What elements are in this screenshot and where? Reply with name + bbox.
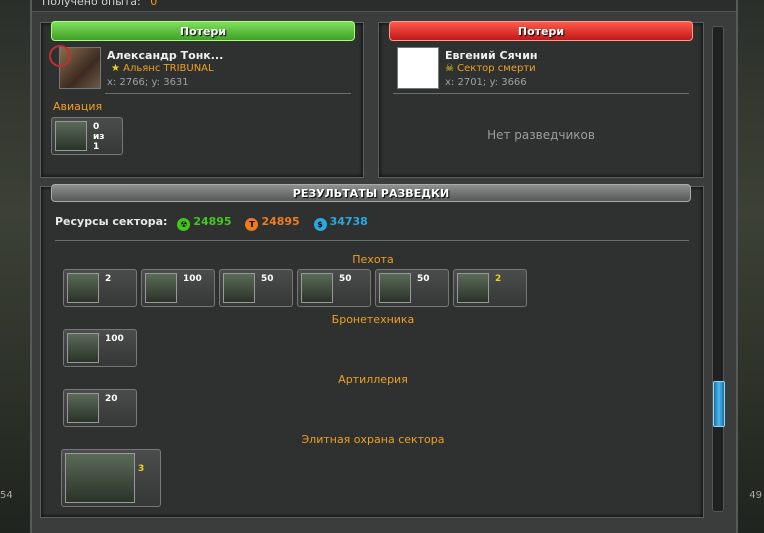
side-number-left: 54: [0, 490, 13, 501]
artillery-icon: [67, 393, 99, 423]
mech-icon: [65, 453, 135, 503]
recon-results-panel: РЕЗУЛЬТАТЫ РАЗВЕДКИ Ресурсы сектора: ☢ 24…: [40, 184, 704, 518]
defender-coords[interactable]: x: 2701; y: 3666: [445, 77, 527, 88]
armor-label: Бронетехника: [331, 313, 415, 326]
unit-count: 50: [339, 274, 352, 284]
soldier-icon: [67, 273, 99, 303]
unit-card[interactable]: 100: [63, 329, 137, 367]
unit-count: 3: [138, 464, 145, 474]
attacker-alliance-label: Альянс TRIBUNAL: [123, 63, 214, 74]
defender-losses-header: Потери: [389, 21, 693, 41]
attacker-alliance[interactable]: ★ Альянс TRIBUNAL: [111, 63, 214, 74]
unit-card[interactable]: 50: [297, 269, 371, 307]
alliance-emblem-icon: [49, 45, 71, 67]
attacker-losses-header: Потери: [51, 21, 355, 41]
attacker-panel: Потери Александр Тонк... ★ Альянс TRIBUN…: [40, 21, 364, 178]
resource-titanium: T 24895: [245, 215, 300, 231]
divider: [393, 93, 689, 94]
tank-icon: [67, 333, 99, 363]
unit-count: 2: [105, 274, 112, 284]
resource-radiation: ☢ 24895: [177, 215, 232, 231]
drone-icon: [145, 273, 177, 303]
titanium-icon: T: [245, 218, 259, 231]
unit-card[interactable]: 3: [61, 449, 161, 507]
unit-count: 50: [261, 274, 274, 284]
infantry-label: Пехота: [352, 253, 394, 266]
unit-card[interactable]: 50: [219, 269, 293, 307]
unit-card[interactable]: 50: [375, 269, 449, 307]
divider: [105, 93, 351, 94]
credits-icon: $: [313, 218, 327, 231]
artillery-label: Артиллерия: [338, 373, 408, 386]
helicopter-icon: [55, 121, 87, 151]
aviation-label: Авиация: [53, 100, 103, 113]
skull-icon: ☠: [445, 63, 454, 74]
unit-count: 20: [105, 394, 118, 404]
battle-report-window: Получено опыта: 0 Потери Александр Тонк.…: [30, 0, 738, 533]
radiation-icon: ☢: [177, 218, 191, 231]
defender-name[interactable]: Евгений Сячин: [445, 49, 538, 62]
unit-card[interactable]: 100: [141, 269, 215, 307]
unit-count: 50: [417, 274, 430, 284]
unit-card[interactable]: 2: [63, 269, 137, 307]
scrollbar-thumb[interactable]: [713, 381, 725, 427]
defender-alliance-label: Сектор смерти: [457, 63, 536, 74]
star-icon: ★: [111, 63, 120, 74]
unit-card[interactable]: 2: [453, 269, 527, 307]
attacker-name[interactable]: Александр Тонк...: [107, 49, 223, 62]
unit-count: 2: [495, 274, 502, 284]
sniper-icon: [301, 273, 333, 303]
side-number-right: 49: [749, 490, 762, 501]
resources-label: Ресурсы сектора:: [55, 215, 168, 228]
unit-card[interactable]: 0 из 1: [51, 117, 123, 155]
experience-label: Получено опыта:: [42, 0, 141, 8]
elite-guard-label: Элитная охрана сектора: [301, 433, 445, 446]
defender-avatar[interactable]: [397, 47, 439, 89]
sector-resources: Ресурсы сектора: ☢ 24895 T 24895 $34738: [55, 215, 368, 231]
attacker-coords[interactable]: x: 2766; y: 3631: [107, 77, 189, 88]
defender-alliance[interactable]: ☠ Сектор смерти: [445, 63, 536, 74]
experience-bar: Получено опыта: 0: [32, 0, 736, 12]
scrollbar[interactable]: [712, 26, 725, 512]
unit-card[interactable]: 20: [63, 389, 137, 427]
unit-count: 100: [105, 334, 124, 344]
defender-panel: Потери Евгений Сячин ☠ Сектор смерти x: …: [378, 21, 704, 178]
heavy-soldier-icon: [457, 273, 489, 303]
unit-count: 0 из 1: [93, 122, 105, 152]
unit-count: 100: [183, 274, 202, 284]
resource-credits: $34738: [313, 215, 368, 231]
soldier-icon: [223, 273, 255, 303]
soldier-icon: [379, 273, 411, 303]
experience-value: 0: [150, 0, 158, 8]
no-scouts-message: Нет разведчиков: [487, 128, 595, 142]
divider: [55, 240, 689, 241]
recon-header: РЕЗУЛЬТАТЫ РАЗВЕДКИ: [51, 184, 691, 202]
